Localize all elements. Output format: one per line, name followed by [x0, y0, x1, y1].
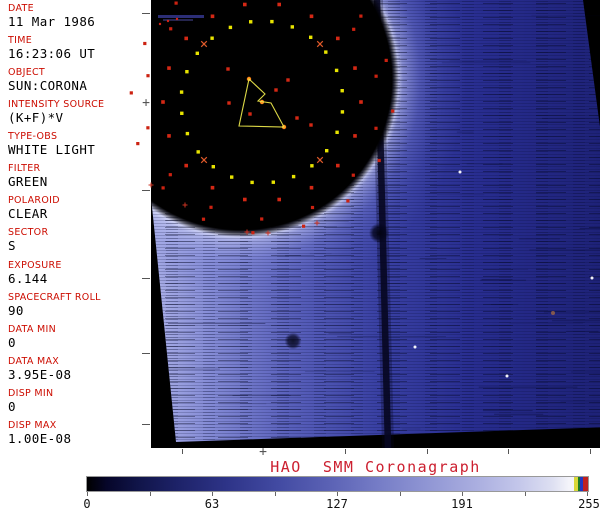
- colorbar: [86, 476, 589, 492]
- field-value: 6.144: [8, 270, 48, 286]
- field-value: (K+F)*V: [8, 110, 64, 126]
- field-label: OBJECT: [8, 67, 46, 79]
- metadata-field: OBJECT SUN:CORONA: [8, 67, 150, 93]
- y-axis-tick: [142, 278, 150, 279]
- image-title: HAO SMM Coronagraph: [270, 458, 481, 476]
- metadata-field: DISP MAX 1.00E-08: [8, 420, 150, 446]
- metadata-field: TYPE-OBS WHITE LIGHT: [8, 131, 150, 157]
- y-axis-tick: [142, 424, 150, 425]
- field-value: 0: [8, 398, 16, 414]
- x-axis-tick: [508, 449, 509, 454]
- field-label: EXPOSURE: [8, 259, 62, 271]
- metadata-field: EXPOSURE 6.144: [8, 260, 150, 286]
- field-label: DATA MIN: [8, 323, 56, 335]
- metadata-field: TIME 16:23:06 UT: [8, 35, 150, 61]
- y-axis-tick: [142, 190, 150, 191]
- colorbar-tick: [274, 492, 276, 496]
- field-value: 11 Mar 1986: [8, 14, 96, 29]
- metadata-field: SPACECRAFT ROLL 90: [8, 292, 150, 318]
- metadata-field: DATA MAX 3.95E-08: [8, 356, 150, 382]
- field-label: DISP MIN: [8, 387, 54, 399]
- metadata-sidebar: DATE 11 Mar 1986 TIME 16:23:06 UT OBJECT SUN:…: [0, 0, 150, 460]
- colorbar-tick: [524, 492, 526, 496]
- x-axis-tick: [182, 449, 183, 454]
- metadata-field: POLAROID CLEAR: [8, 195, 150, 221]
- colorbar-label: 191: [451, 497, 473, 511]
- colorbar-tick: [462, 492, 463, 496]
- colorbar-label: 127: [326, 497, 348, 511]
- field-label: TIME: [8, 35, 33, 47]
- field-label: INTENSITY SOURCE: [8, 99, 105, 111]
- y-axis-tick: [142, 13, 150, 14]
- colorbar-tick: [399, 492, 401, 496]
- field-label: POLAROID: [8, 195, 60, 207]
- field-label: SECTOR: [8, 227, 49, 239]
- field-value: 3.95E-08: [8, 366, 72, 382]
- x-axis-major-tick: +: [259, 444, 267, 460]
- field-value: 1.00E-08: [8, 430, 72, 446]
- colorbar-tick: [149, 492, 151, 496]
- smm-coronagraph-viewer: DATE 11 Mar 1986 TIME 16:23:06 UT OBJECT SUN:…: [0, 0, 600, 512]
- field-value: WHITE LIGHT: [8, 142, 96, 158]
- colorbar-label: 0: [83, 497, 91, 511]
- field-label: SPACECRAFT ROLL: [8, 291, 101, 303]
- colorbar-tick: [212, 492, 213, 496]
- field-value: 16:23:06 UT: [8, 46, 96, 62]
- colorbar-tick: [87, 492, 88, 496]
- field-value: 0: [8, 334, 16, 350]
- field-value: CLEAR: [8, 206, 48, 222]
- metadata-field: FILTER GREEN: [8, 163, 150, 189]
- metadata-field: DATA MIN 0: [8, 324, 150, 350]
- metadata-field: INTENSITY SOURCE (K+F)*V: [8, 99, 150, 125]
- metadata-field: SECTOR S: [8, 227, 150, 253]
- metadata-field: DATE 11 Mar 1986: [8, 3, 150, 29]
- field-label: TYPE-OBS: [8, 131, 58, 143]
- field-label: FILTER: [8, 163, 41, 175]
- x-axis-tick: [345, 449, 346, 454]
- field-label: DISP MAX: [8, 419, 57, 431]
- colorbar-label: 255: [578, 497, 600, 511]
- y-axis-tick: [142, 353, 150, 354]
- colorbar-tick: [587, 492, 588, 496]
- field-label: DATA MAX: [8, 355, 60, 367]
- field-value: S: [8, 238, 16, 254]
- field-value: GREEN: [8, 174, 48, 190]
- x-axis-tick: [427, 449, 428, 454]
- field-value: 90: [8, 302, 24, 318]
- y-axis-major-tick: +: [142, 95, 150, 111]
- colorbar-label: 63: [204, 497, 220, 511]
- field-value: SUN:CORONA: [8, 78, 88, 94]
- coronagraph-image[interactable]: [151, 0, 600, 448]
- field-label: DATE: [8, 3, 34, 14]
- colorbar-tick: [337, 492, 338, 496]
- x-axis-tick: [590, 449, 591, 454]
- metadata-field: DISP MIN 0: [8, 388, 150, 414]
